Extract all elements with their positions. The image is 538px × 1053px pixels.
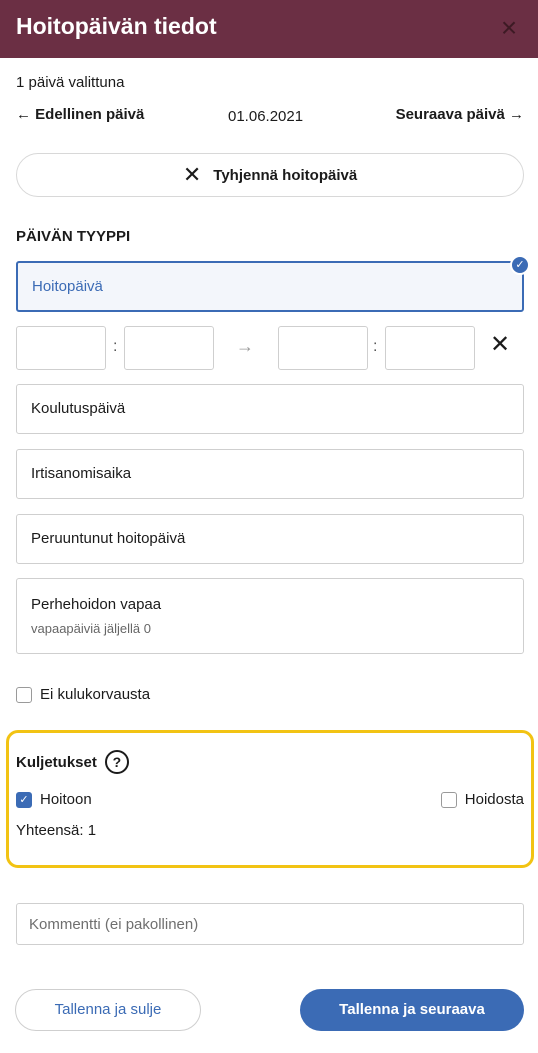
start-minute-input[interactable]: [124, 326, 214, 370]
save-and-close-button[interactable]: Tallenna ja sulje: [15, 989, 201, 1031]
from-care-checkbox[interactable]: Hoidosta: [440, 791, 524, 808]
end-hour-input[interactable]: [278, 326, 368, 370]
day-navigation: ← Edellinen päivä 01.06.2021 Seuraava pä…: [16, 106, 524, 128]
end-minute-input[interactable]: [385, 326, 475, 370]
checkbox-checked-icon: ✓: [16, 791, 32, 808]
day-type-option-family-care-leave[interactable]: Perhehoidon vapaa vapaapäiviä jäljellä 0: [16, 578, 524, 654]
comment-input[interactable]: [16, 903, 524, 945]
day-type-option-cancelled-day[interactable]: Peruuntunut hoitopäivä: [16, 514, 524, 564]
option-label: Perhehoidon vapaa: [31, 596, 162, 613]
help-icon[interactable]: ?: [104, 750, 129, 774]
care-day-panel: Hoitopäivän tiedot × 1 päivä valittuna ←…: [0, 0, 538, 1053]
option-label: Irtisanomisaika: [31, 465, 132, 482]
from-care-label: Hoidosta: [464, 791, 524, 808]
save-and-next-button[interactable]: Tallenna ja seuraava: [300, 989, 524, 1031]
day-type-option-training-day[interactable]: Koulutuspäivä: [16, 384, 524, 434]
clear-time-icon[interactable]: ✕: [490, 330, 510, 359]
transport-title-label: Kuljetukset: [16, 753, 97, 771]
start-hour-input[interactable]: [16, 326, 106, 370]
current-date: 01.06.2021: [228, 108, 304, 125]
option-label: Hoitopäivä: [32, 278, 103, 295]
close-icon[interactable]: ×: [494, 13, 524, 43]
checkbox-icon: [440, 791, 457, 808]
clear-day-button[interactable]: ✕ Tyhjennä hoitopäivä: [16, 153, 524, 197]
checkmark-icon: ✓: [510, 255, 530, 275]
next-day-button[interactable]: Seuraava päivä →: [396, 106, 524, 123]
checkbox-icon: [16, 686, 32, 703]
no-cost-label: Ei kulukorvausta: [40, 686, 151, 703]
close-icon: ✕: [182, 162, 202, 187]
day-type-label: PÄIVÄN TYYPPI: [16, 228, 131, 245]
previous-day-button[interactable]: ← Edellinen päivä: [16, 106, 144, 123]
panel-header: Hoitopäivän tiedot ×: [0, 0, 538, 58]
transport-title: Kuljetukset ?: [16, 750, 129, 774]
option-label: Koulutuspäivä: [31, 400, 126, 417]
day-type-option-care-day[interactable]: Hoitopäivä ✓: [16, 255, 530, 312]
no-cost-checkbox[interactable]: Ei kulukorvausta: [16, 686, 150, 703]
panel-title: Hoitopäivän tiedot: [16, 13, 217, 39]
arrow-right-icon: →: [236, 336, 254, 356]
transport-total: Yhteensä: 1: [16, 822, 97, 839]
clear-day-label: Tyhjennä hoitopäivä: [213, 166, 358, 184]
selected-days-text: 1 päivä valittuna: [16, 74, 125, 91]
time-separator: :: [113, 338, 118, 355]
to-care-label: Hoitoon: [40, 791, 92, 808]
option-sublabel: vapaapäiviä jäljellä 0: [31, 621, 151, 636]
option-label: Peruuntunut hoitopäivä: [31, 530, 186, 547]
to-care-checkbox[interactable]: ✓ Hoitoon: [16, 791, 92, 808]
time-separator: :: [373, 338, 378, 355]
day-type-option-notice-period[interactable]: Irtisanomisaika: [16, 449, 524, 499]
